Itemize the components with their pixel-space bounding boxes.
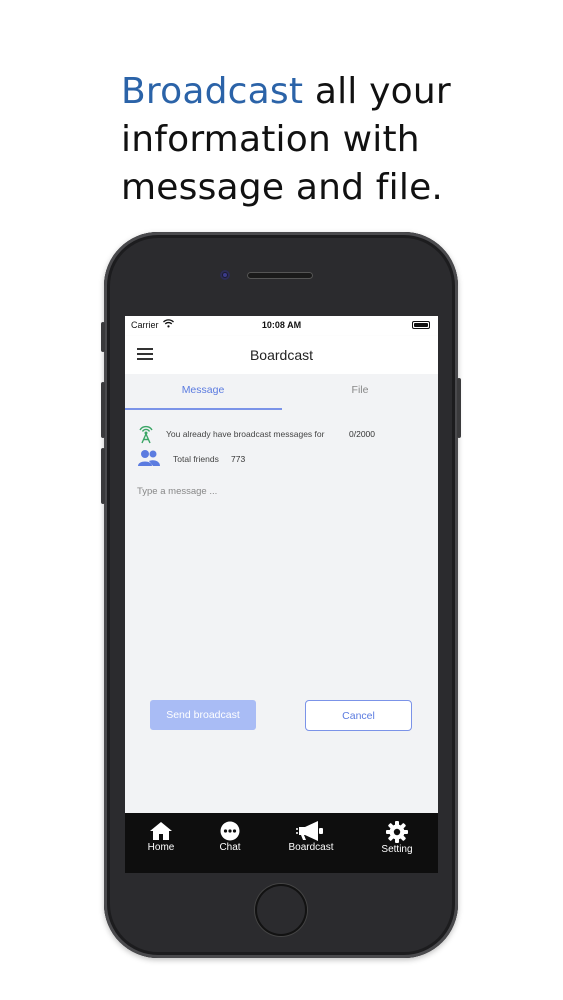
phone-frame: Carrier 10:08 AM Boardcast Message File	[101, 232, 461, 958]
battery-icon	[412, 321, 430, 329]
bottom-navigation: Home Chat Boardcast Setting	[125, 813, 438, 873]
volume-up-button	[101, 382, 105, 438]
message-input[interactable]	[137, 486, 427, 636]
page-title: Boardcast	[249, 347, 314, 363]
home-hardware-button[interactable]	[255, 884, 307, 936]
front-camera	[220, 270, 230, 280]
bottom-tab-home[interactable]: Home	[131, 821, 191, 853]
tab-file[interactable]: File	[282, 374, 438, 410]
chat-icon	[220, 821, 240, 841]
promo-headline: Broadcast all your information with mess…	[121, 68, 541, 212]
bottom-tab-setting-label: Setting	[381, 844, 413, 855]
app-screen: Carrier 10:08 AM Boardcast Message File	[125, 316, 438, 873]
mute-switch	[101, 322, 105, 352]
status-bar: Carrier 10:08 AM	[125, 316, 438, 336]
headline-accent: Broadcast	[121, 71, 304, 112]
power-button	[457, 378, 461, 438]
bottom-tab-chat[interactable]: Chat	[200, 821, 260, 853]
megaphone-icon	[296, 821, 323, 841]
earpiece-speaker	[247, 272, 313, 279]
gear-icon	[386, 821, 408, 843]
bottom-tab-setting[interactable]: Setting	[367, 821, 427, 855]
tab-message[interactable]: Message	[125, 374, 281, 410]
total-friends-row: Total friends 773	[137, 448, 437, 470]
app-header: Boardcast	[125, 336, 438, 374]
tab-bar: Message File	[125, 374, 438, 410]
bottom-tab-boardcast-label: Boardcast	[288, 842, 334, 853]
bottom-tab-boardcast[interactable]: Boardcast	[281, 821, 341, 853]
volume-down-button	[101, 448, 105, 504]
friends-icon	[137, 448, 160, 468]
antenna-icon	[137, 424, 157, 444]
home-icon	[150, 822, 172, 840]
broadcast-quota-count: 0/2000	[349, 429, 375, 439]
clock: 10:08 AM	[261, 320, 302, 330]
active-tab-indicator	[125, 408, 282, 410]
broadcast-quota-text: You already have broadcast messages for	[166, 429, 325, 439]
cancel-button[interactable]: Cancel	[305, 700, 412, 731]
bottom-tab-home-label: Home	[147, 842, 175, 853]
broadcast-quota-row: You already have broadcast messages for …	[137, 424, 437, 446]
send-broadcast-button[interactable]: Send broadcast	[150, 700, 256, 730]
bottom-tab-chat-label: Chat	[219, 842, 241, 853]
total-friends-count: 773	[231, 454, 246, 464]
total-friends-label: Total friends	[173, 454, 219, 464]
